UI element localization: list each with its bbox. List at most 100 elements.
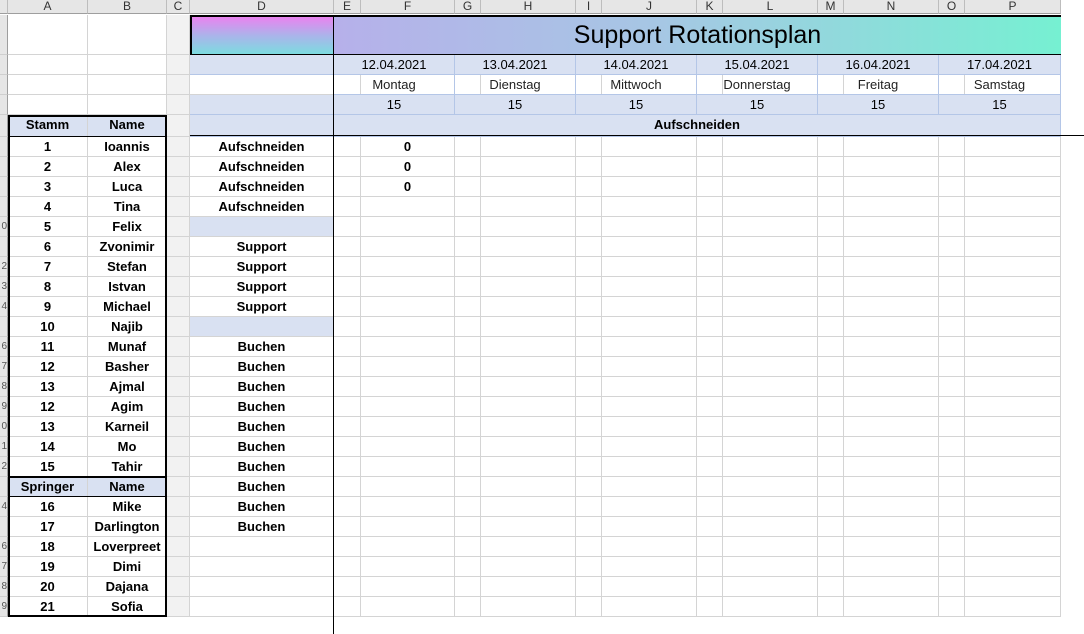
grid-cell[interactable]: [844, 197, 939, 217]
grid-cell[interactable]: [576, 217, 602, 237]
grid-cell[interactable]: [697, 317, 723, 337]
grid-cell[interactable]: [818, 457, 844, 477]
grid-cell[interactable]: [965, 577, 1061, 597]
grid-cell[interactable]: [697, 277, 723, 297]
grid-cell[interactable]: [939, 337, 965, 357]
stamm-number[interactable]: 18: [8, 537, 88, 557]
grid-cell[interactable]: [8, 95, 88, 115]
grid-cell[interactable]: [844, 257, 939, 277]
grid-cell[interactable]: [965, 317, 1061, 337]
grid-cell[interactable]: [167, 55, 190, 75]
value-cell[interactable]: 0: [361, 177, 455, 197]
grid-cell[interactable]: [576, 457, 602, 477]
grid-cell[interactable]: [723, 477, 818, 497]
stamm-number[interactable]: 13: [8, 417, 88, 437]
grid-cell[interactable]: [361, 257, 455, 277]
header-blank-d5[interactable]: [190, 115, 334, 137]
day-cell[interactable]: Freitag: [818, 75, 939, 95]
row-header[interactable]: 6: [0, 537, 8, 557]
column-header-l[interactable]: L: [723, 0, 818, 14]
grid-cell[interactable]: [844, 517, 939, 537]
grid-cell[interactable]: [481, 217, 576, 237]
task-cell[interactable]: Aufschneiden: [190, 177, 334, 197]
employee-name[interactable]: Felix: [88, 217, 167, 237]
row-header[interactable]: [0, 75, 8, 95]
grid-cell[interactable]: [697, 357, 723, 377]
grid-cell[interactable]: [602, 297, 697, 317]
column-header-j[interactable]: J: [602, 0, 697, 14]
grid-cell[interactable]: [697, 397, 723, 417]
grid-cell[interactable]: [167, 417, 190, 437]
grid-cell[interactable]: [481, 597, 576, 617]
value-cell[interactable]: 0: [361, 157, 455, 177]
grid-cell[interactable]: [361, 457, 455, 477]
grid-cell[interactable]: [965, 557, 1061, 577]
column-header-f[interactable]: F: [361, 0, 455, 14]
row-header[interactable]: [0, 95, 8, 115]
grid-cell[interactable]: [723, 357, 818, 377]
column-label-springer[interactable]: Springer: [8, 477, 88, 497]
grid-cell[interactable]: [602, 457, 697, 477]
grid-cell[interactable]: [965, 357, 1061, 377]
grid-cell[interactable]: [965, 397, 1061, 417]
grid-cell[interactable]: [723, 317, 818, 337]
grid-cell[interactable]: [167, 95, 190, 115]
row-header[interactable]: 1: [0, 437, 8, 457]
stamm-number[interactable]: 12: [8, 397, 88, 417]
grid-cell[interactable]: [818, 397, 844, 417]
grid-cell[interactable]: [818, 597, 844, 617]
grid-cell[interactable]: [697, 437, 723, 457]
task-cell[interactable]: [190, 597, 334, 617]
task-cell[interactable]: Aufschneiden: [190, 197, 334, 217]
grid-cell[interactable]: [965, 437, 1061, 457]
grid-cell[interactable]: [818, 437, 844, 457]
grid-cell[interactable]: [965, 337, 1061, 357]
grid-cell[interactable]: [723, 457, 818, 477]
grid-cell[interactable]: [576, 537, 602, 557]
grid-cell[interactable]: [334, 497, 361, 517]
grid-cell[interactable]: [455, 177, 481, 197]
grid-cell[interactable]: [723, 597, 818, 617]
grid-cell[interactable]: [723, 237, 818, 257]
grid-cell[interactable]: [455, 577, 481, 597]
grid-cell[interactable]: [167, 437, 190, 457]
column-header-p[interactable]: P: [965, 0, 1061, 14]
grid-cell[interactable]: [455, 217, 481, 237]
title-gradient-cell[interactable]: [190, 15, 334, 55]
row-header[interactable]: [0, 237, 8, 257]
grid-cell[interactable]: [844, 377, 939, 397]
grid-cell[interactable]: [939, 577, 965, 597]
column-header-o[interactable]: O: [939, 0, 965, 14]
day-cell[interactable]: Samstag: [939, 75, 1061, 95]
stamm-number[interactable]: 15: [8, 457, 88, 477]
grid-cell[interactable]: [361, 577, 455, 597]
grid-cell[interactable]: [167, 337, 190, 357]
grid-cell[interactable]: [334, 537, 361, 557]
grid-cell[interactable]: [965, 537, 1061, 557]
grid-cell[interactable]: [361, 537, 455, 557]
grid-cell[interactable]: [167, 397, 190, 417]
row-header[interactable]: 2: [0, 257, 8, 277]
grid-cell[interactable]: [576, 557, 602, 577]
grid-cell[interactable]: [334, 577, 361, 597]
grid-cell[interactable]: [576, 197, 602, 217]
grid-cell[interactable]: [167, 317, 190, 337]
grid-cell[interactable]: [481, 577, 576, 597]
grid-cell[interactable]: [167, 277, 190, 297]
grid-cell[interactable]: [455, 317, 481, 337]
task-cell[interactable]: [190, 557, 334, 577]
grid-cell[interactable]: [576, 577, 602, 597]
grid-cell[interactable]: [844, 137, 939, 157]
grid-cell[interactable]: [455, 377, 481, 397]
grid-cell[interactable]: [167, 197, 190, 217]
grid-cell[interactable]: [697, 337, 723, 357]
grid-cell[interactable]: [844, 457, 939, 477]
grid-cell[interactable]: [481, 237, 576, 257]
grid-cell[interactable]: [602, 417, 697, 437]
grid-cell[interactable]: [602, 497, 697, 517]
column-label-stamm[interactable]: Stamm: [8, 115, 88, 137]
task-cell[interactable]: [190, 577, 334, 597]
grid-cell[interactable]: [576, 137, 602, 157]
task-cell[interactable]: Buchen: [190, 337, 334, 357]
count-cell[interactable]: 15: [455, 95, 576, 115]
